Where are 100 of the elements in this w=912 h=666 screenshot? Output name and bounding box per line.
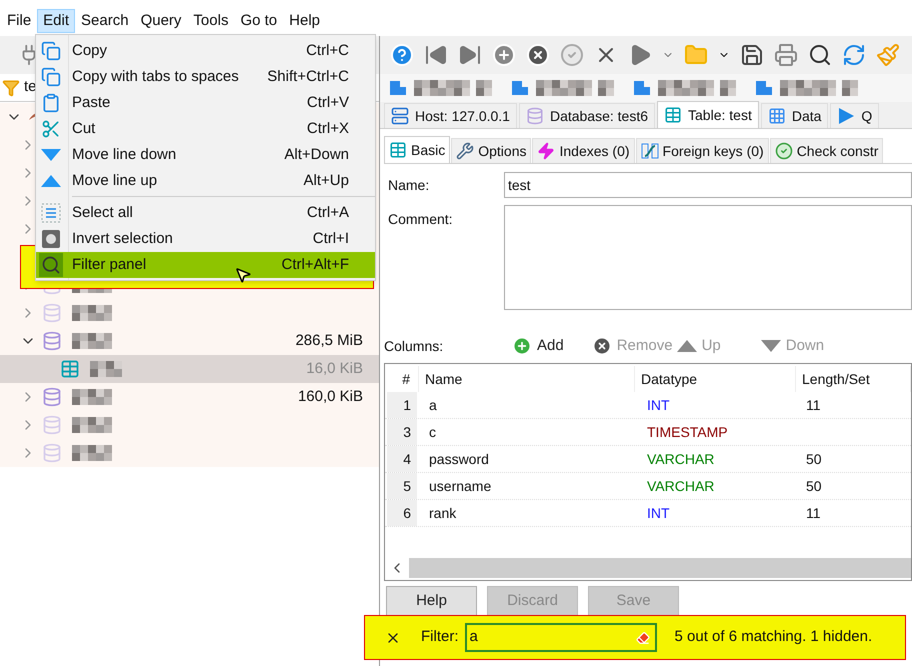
menu-item[interactable]: Help [283,9,326,33]
printer-icon [774,43,798,67]
tab[interactable]: Foreign keys (0) [636,138,769,163]
pixelated-label [72,445,112,461]
table-cell-text: rank [428,504,458,522]
menu-entry[interactable]: Move line up Alt+Up [36,168,375,194]
flag-icon [510,79,530,97]
database-icon [526,107,544,125]
column-header[interactable]: Datatype [635,366,796,392]
table-icon [664,106,682,124]
copy-icon [41,41,61,61]
menu-item[interactable]: File [1,9,38,33]
folder-icon [684,43,708,67]
pixelated-label [842,80,858,96]
comment-field[interactable] [504,205,912,310]
database-icon [42,331,62,351]
table-cell-text: password [428,450,490,469]
plus-icon [492,43,516,67]
remove-icon [592,336,612,356]
tab[interactable]: Options [451,138,532,163]
tab[interactable]: Table: test [657,101,759,128]
filter-text[interactable]: te [24,76,37,99]
row-number: 6 [387,500,417,526]
filter-status: 5 out of 6 matching. 1 hidden. [674,627,872,648]
pixelated-label [658,80,714,96]
column-header[interactable]: Length/Set [796,366,911,392]
name-label: Name: [387,176,430,194]
copy-icon [41,67,61,87]
comment-label: Comment: [387,210,454,229]
select-all-icon [41,203,61,223]
menu-item[interactable]: Search [75,9,135,33]
menu-entry[interactable]: Copy Ctrl+C [36,38,375,64]
pixelated-label [72,389,112,405]
tab[interactable]: Database: test6 [518,103,656,128]
wrench-icon [456,142,474,160]
row-number: 5 [387,473,417,499]
table-cell-text: a [428,396,438,414]
menu-item[interactable]: Tools [187,9,234,33]
size-label: 160,0 KiB [298,386,363,407]
database-icon [42,303,62,323]
table-cell-text: TIMESTAMP [646,422,729,442]
server-icon [391,107,409,125]
pixelated-label [72,305,112,321]
tab[interactable]: Q [830,103,880,128]
menu-entry[interactable]: Invert selection Ctrl+I [36,226,375,252]
menu-item[interactable]: Edit [37,9,76,33]
columns-label: Columns: [384,336,444,356]
clipboard-icon [41,93,61,113]
menu-item[interactable]: Go to [234,9,284,33]
scissors-icon [41,119,61,139]
check-circle-icon [774,142,793,160]
menu-entry[interactable]: Paste Ctrl+V [36,90,375,116]
save-icon [740,43,764,67]
tab[interactable]: Check constr [770,138,884,163]
clear-icon [634,630,652,644]
remove-icon [526,43,550,67]
table-cell-text: INT [646,504,671,522]
tab[interactable]: Host: 127.0.0.1 [384,103,517,128]
menu-entry[interactable]: Move line down Alt+Down [36,142,375,168]
tab[interactable]: Data [760,103,828,128]
brush-icon [876,43,900,67]
row-number: 1 [387,392,417,418]
table-cell-text: 50 [805,476,822,496]
search-icon [808,43,832,67]
check-icon [560,43,584,67]
table-cell-text: 11 [805,504,821,522]
menu-item[interactable]: Query [134,9,188,33]
flag-icon [388,79,408,97]
table-cell-text: INT [646,396,671,414]
triangle-down-icon [760,340,781,352]
pixelated-label [598,80,614,96]
help-icon [390,43,414,67]
table-cell-text: username [428,476,492,496]
pixelated-label [536,80,592,96]
triangle-up-icon [676,340,697,352]
database-icon [42,387,62,407]
flag-icon [754,79,774,97]
invert-selection-icon [41,229,61,249]
table-icon [60,359,80,379]
table-cell-text: VARCHAR [646,476,716,496]
pixelated-label [780,80,836,96]
row-number: 3 [387,419,417,445]
skip-back-icon [424,43,448,67]
menu-entry[interactable]: Copy with tabs to spaces Shift+Ctrl+C [36,64,375,90]
column-header[interactable]: Name [419,366,635,392]
tab[interactable]: Indexes (0) [532,138,635,163]
menu-entry[interactable]: Filter panel Ctrl+Alt+F [36,252,375,278]
play-icon [837,107,856,125]
menu-entry[interactable]: Cut Ctrl+X [36,116,375,142]
table-cell-text: c [428,422,437,442]
skip-forward-icon [458,43,482,67]
pixelated-label [72,333,112,349]
action-button[interactable]: Help [386,586,477,616]
menu-entry[interactable]: Select all Ctrl+A [36,200,375,226]
column-action-button[interactable]: Add [512,334,564,358]
tab[interactable]: Basic [384,136,450,163]
name-field[interactable]: test [504,172,912,198]
table-cell-text: 50 [805,450,822,468]
refresh-icon [842,43,866,67]
filter-field[interactable]: a [464,623,656,652]
